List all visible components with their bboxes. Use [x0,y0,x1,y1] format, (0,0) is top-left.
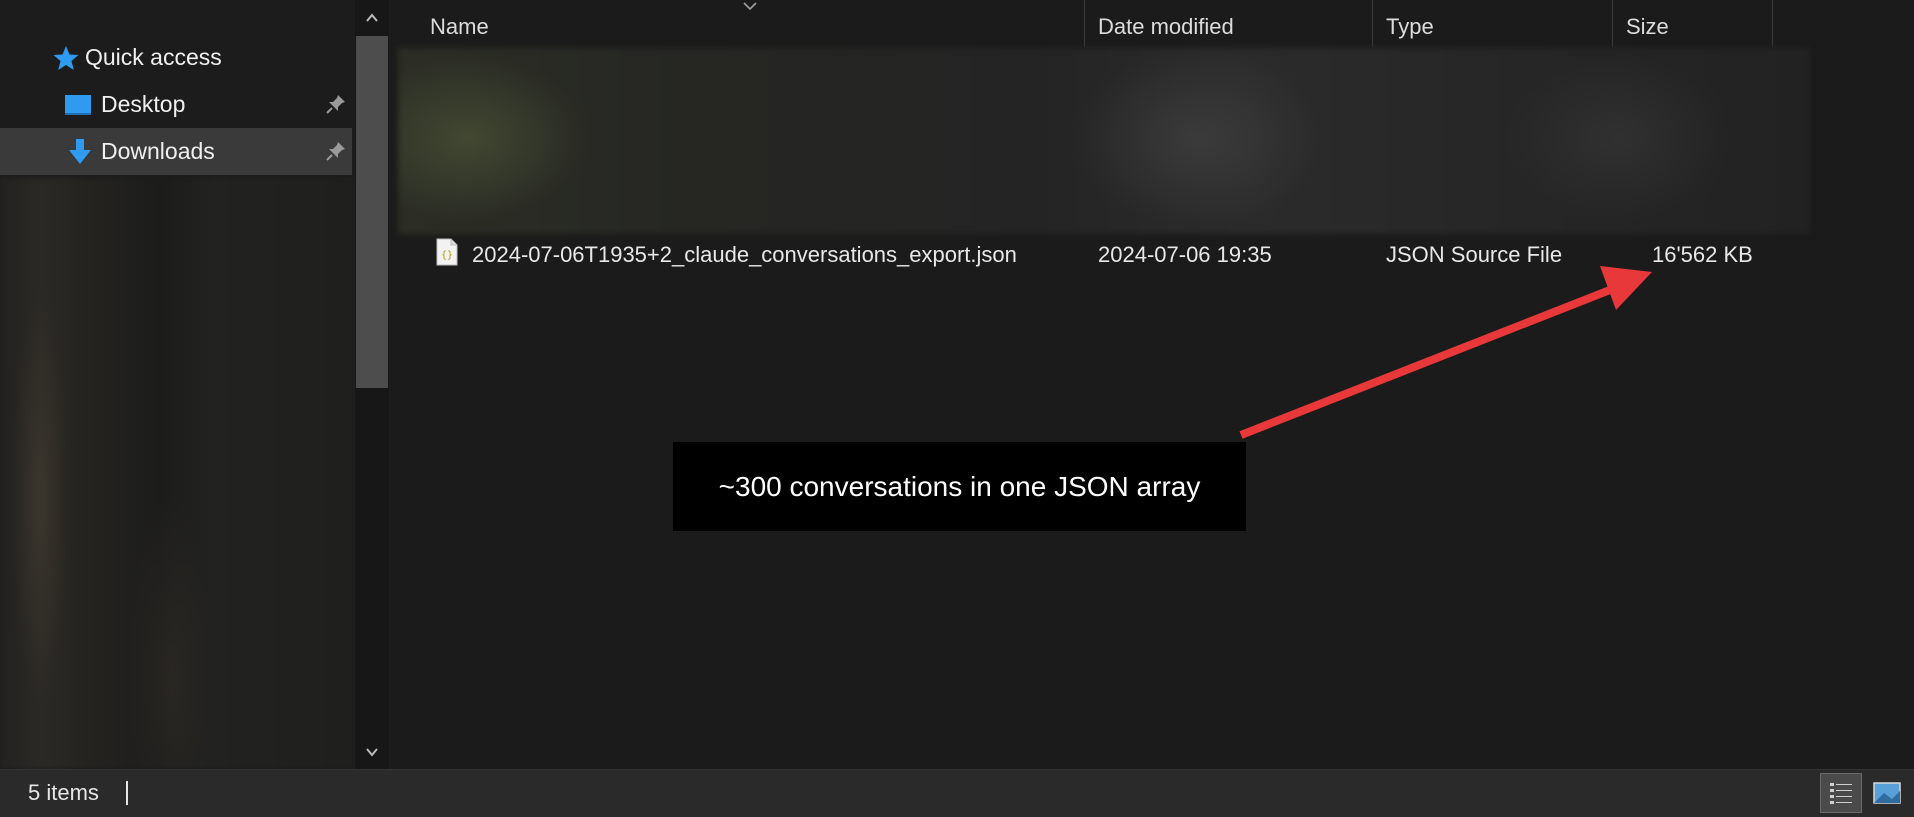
star-icon [53,45,79,70]
column-divider[interactable] [1084,0,1085,47]
blurred-file-rows [398,48,1810,234]
scroll-down-icon[interactable] [364,744,380,760]
json-file-icon: {} [436,238,458,266]
download-arrow-icon [69,138,91,164]
status-bar [0,769,1914,817]
file-date-modified: 2024-07-06 19:35 [1098,242,1272,267]
file-name[interactable]: 2024-07-06T1935+2_claude_conversations_e… [472,242,1017,268]
sort-chevron-icon[interactable] [741,0,759,12]
column-divider[interactable] [1612,0,1613,47]
details-view-icon [1830,783,1852,804]
column-header-name[interactable]: Name [430,14,489,40]
nav-label-quick-access: Quick access [85,44,222,70]
desktop-icon [65,94,91,115]
nav-label-downloads: Downloads [101,138,215,164]
details-view-button[interactable] [1820,773,1862,813]
scroll-up-icon[interactable] [364,10,380,26]
column-divider[interactable] [1772,0,1773,47]
file-type: JSON Source File [1386,242,1563,267]
column-header-size[interactable]: Size [1626,14,1669,40]
large-icons-view-icon[interactable] [1866,773,1906,813]
annotation-text: ~300 conversations in one JSON array [718,470,1201,502]
file-size: 16'562 KB [1652,242,1753,267]
column-header-type[interactable]: Type [1386,14,1434,40]
svg-text:{}: {} [441,250,453,261]
nav-item-quick-access[interactable]: Quick access [0,34,352,81]
blurred-nav-region [0,178,356,769]
nav-item-downloads[interactable]: Downloads [0,128,352,175]
nav-scrollbar-thumb[interactable] [356,36,388,388]
nav-label-desktop: Desktop [101,91,186,117]
pin-icon[interactable] [325,140,347,162]
column-header-date-modified[interactable]: Date modified [1098,14,1234,40]
annotation-callout: ~300 conversations in one JSON array [673,442,1246,531]
column-divider[interactable] [1372,0,1373,47]
nav-item-desktop[interactable]: Desktop [0,81,352,128]
status-item-count: 5 items [28,780,99,805]
status-divider [126,781,128,805]
pin-icon[interactable] [325,93,347,115]
